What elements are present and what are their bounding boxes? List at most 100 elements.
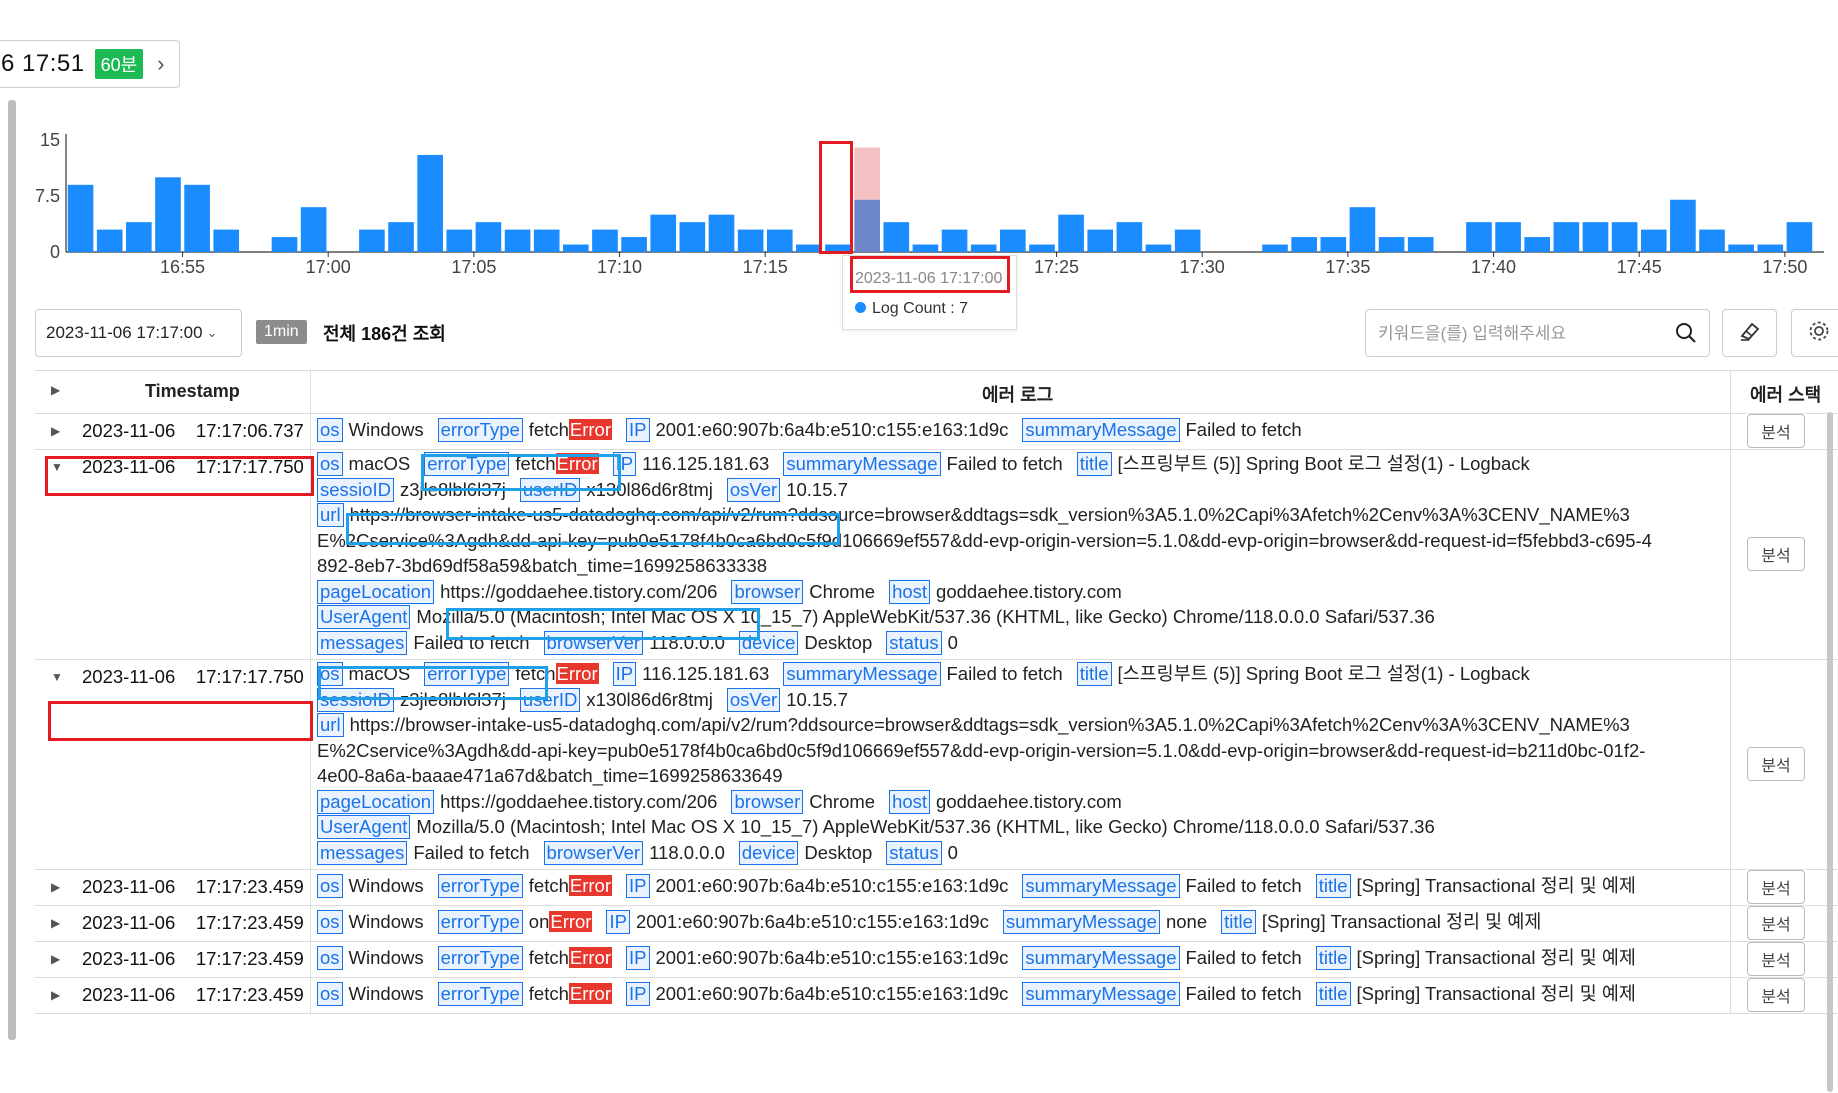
- chart-bar[interactable]: [883, 222, 910, 252]
- log-value: none: [1165, 911, 1208, 932]
- chart-bar[interactable]: [300, 207, 327, 252]
- search-box[interactable]: [1365, 309, 1710, 357]
- row-log-content: os Windows errorType fetchError IP 2001:e60:9…: [317, 415, 1747, 445]
- chart-bar[interactable]: [970, 244, 997, 252]
- chart-bar[interactable]: [1495, 222, 1521, 252]
- chart-bar[interactable]: [1553, 222, 1580, 252]
- chart-bar[interactable]: [475, 222, 502, 252]
- chart-bar[interactable]: [1786, 222, 1813, 252]
- chart-bar[interactable]: [446, 229, 473, 252]
- analyze-button[interactable]: 분석: [1747, 537, 1805, 571]
- log-value: Failed to fetch: [1185, 419, 1302, 440]
- chart-bar[interactable]: [1349, 207, 1376, 252]
- chart-bar[interactable]: [1378, 237, 1405, 252]
- chart-bar[interactable]: [1174, 229, 1201, 252]
- table-row[interactable]: ▶ 2023-11-06 17:17:23.459 os Windows errorTy…: [35, 905, 1838, 942]
- chart-bar[interactable]: [1000, 229, 1026, 252]
- chart-bar[interactable]: [679, 222, 706, 252]
- analyze-button[interactable]: 분석: [1747, 414, 1805, 448]
- table-row[interactable]: ▶ 2023-11-06 17:17:23.459 os Windows errorTy…: [35, 869, 1838, 906]
- analyze-button[interactable]: 분석: [1747, 906, 1805, 940]
- chart-bar[interactable]: [1116, 222, 1143, 252]
- expand-row-icon[interactable]: ▶: [51, 880, 60, 894]
- left-scrollbar[interactable]: [8, 100, 16, 1040]
- chart-bar[interactable]: [1699, 229, 1725, 252]
- chart-bar[interactable]: [650, 214, 677, 252]
- log-key-tag: url: [317, 503, 344, 527]
- chart-bar[interactable]: [592, 229, 618, 252]
- header-error-stack: 에러 스택: [1750, 385, 1822, 405]
- chart-bar[interactable]: [563, 244, 589, 252]
- log-line: os Windows errorType fetchError IP 2001:e60:9…: [317, 943, 1747, 973]
- table-row[interactable]: ▶ 2023-11-06 17:17:06.737 os Windows errorTy…: [35, 413, 1838, 450]
- chart-bar[interactable]: [737, 229, 764, 252]
- log-key-tag: IP: [626, 982, 650, 1006]
- chart-bar[interactable]: [1262, 244, 1288, 252]
- chart-bar[interactable]: [1320, 237, 1347, 252]
- expand-row-icon[interactable]: ▶: [51, 424, 60, 438]
- expand-row-icon[interactable]: ▶: [51, 952, 60, 966]
- clear-button[interactable]: [1722, 309, 1777, 357]
- chart-bar[interactable]: [854, 199, 880, 252]
- chart-bar[interactable]: [388, 222, 414, 252]
- chart-bar[interactable]: [417, 154, 443, 252]
- chart-bar[interactable]: [1582, 222, 1609, 252]
- table-scrollbar[interactable]: [1827, 412, 1833, 1092]
- settings-button[interactable]: [1791, 309, 1838, 357]
- chart-bar[interactable]: [708, 214, 735, 252]
- expand-row-icon[interactable]: ▶: [51, 988, 60, 1002]
- chart-bar[interactable]: [1407, 237, 1434, 252]
- log-key-tag: IP: [626, 418, 650, 442]
- expand-row-icon[interactable]: ▶: [51, 916, 60, 930]
- chart-bar[interactable]: [271, 237, 298, 252]
- expand-all-icon[interactable]: ▶: [51, 383, 60, 397]
- chart-bar[interactable]: [1640, 229, 1667, 252]
- table-row[interactable]: ▼ 2023-11-06 17:17:17.750 os macOS errorType…: [35, 659, 1838, 870]
- chart-bar[interactable]: [504, 229, 531, 252]
- log-value: goddaehee.tistory.com: [936, 580, 1122, 602]
- chart-bar[interactable]: [766, 229, 793, 252]
- date-select[interactable]: 2023-11-06 17:17:00 ⌄: [35, 309, 242, 357]
- log-value: Windows: [348, 419, 424, 440]
- analyze-button[interactable]: 분석: [1747, 870, 1805, 904]
- chart-bar[interactable]: [1145, 244, 1172, 252]
- chart-bar[interactable]: [1029, 244, 1055, 252]
- collapse-row-icon[interactable]: ▼: [51, 670, 63, 684]
- log-line: os Windows errorType onError IP 2001:e60:907b…: [317, 907, 1747, 937]
- chart-bar[interactable]: [213, 229, 240, 252]
- chart-bar[interactable]: [1058, 214, 1084, 252]
- log-value: Failed to fetch: [1185, 983, 1302, 1004]
- chart-bar[interactable]: [1728, 244, 1754, 252]
- chart-bar[interactable]: [1466, 222, 1492, 252]
- chart-bar[interactable]: [621, 237, 647, 252]
- chevron-right-icon[interactable]: ›: [157, 51, 164, 77]
- chart-bar[interactable]: [912, 244, 939, 252]
- chart-bar[interactable]: [126, 222, 152, 252]
- search-input[interactable]: [1376, 318, 1660, 350]
- analyze-button[interactable]: 분석: [1747, 942, 1805, 976]
- table-row[interactable]: ▶ 2023-11-06 17:17:23.459 os Windows errorTy…: [35, 941, 1838, 978]
- log-line: 892-8eb7-3bd69df58a59&batch_time=1699258…: [317, 553, 1747, 579]
- chart-bar[interactable]: [184, 184, 210, 252]
- chart-bar[interactable]: [155, 177, 181, 252]
- chart-bar[interactable]: [67, 184, 94, 252]
- chart-bar[interactable]: [533, 229, 560, 252]
- chart-bar[interactable]: [96, 229, 123, 252]
- chart-bar[interactable]: [941, 229, 968, 252]
- time-range-selector[interactable]: 6 17:51 60분 ›: [0, 40, 180, 88]
- chart-bar-highlight[interactable]: [854, 147, 880, 200]
- analyze-button[interactable]: 분석: [1747, 978, 1805, 1012]
- chart-bar[interactable]: [1670, 199, 1696, 252]
- search-icon[interactable]: [1675, 322, 1697, 349]
- error-badge: Error: [568, 983, 613, 1004]
- chart-bar[interactable]: [1757, 244, 1784, 252]
- chart-bar[interactable]: [796, 244, 822, 252]
- analyze-button[interactable]: 분석: [1747, 747, 1805, 781]
- chart-bar[interactable]: [1611, 222, 1638, 252]
- chart-bar[interactable]: [1087, 229, 1114, 252]
- chart-bar[interactable]: [1291, 237, 1317, 252]
- table-row[interactable]: ▶ 2023-11-06 17:17:23.459 os Windows errorTy…: [35, 977, 1838, 1014]
- log-key-tag: summaryMessage: [1022, 982, 1180, 1006]
- chart-bar[interactable]: [359, 229, 385, 252]
- chart-bar[interactable]: [1524, 237, 1551, 252]
